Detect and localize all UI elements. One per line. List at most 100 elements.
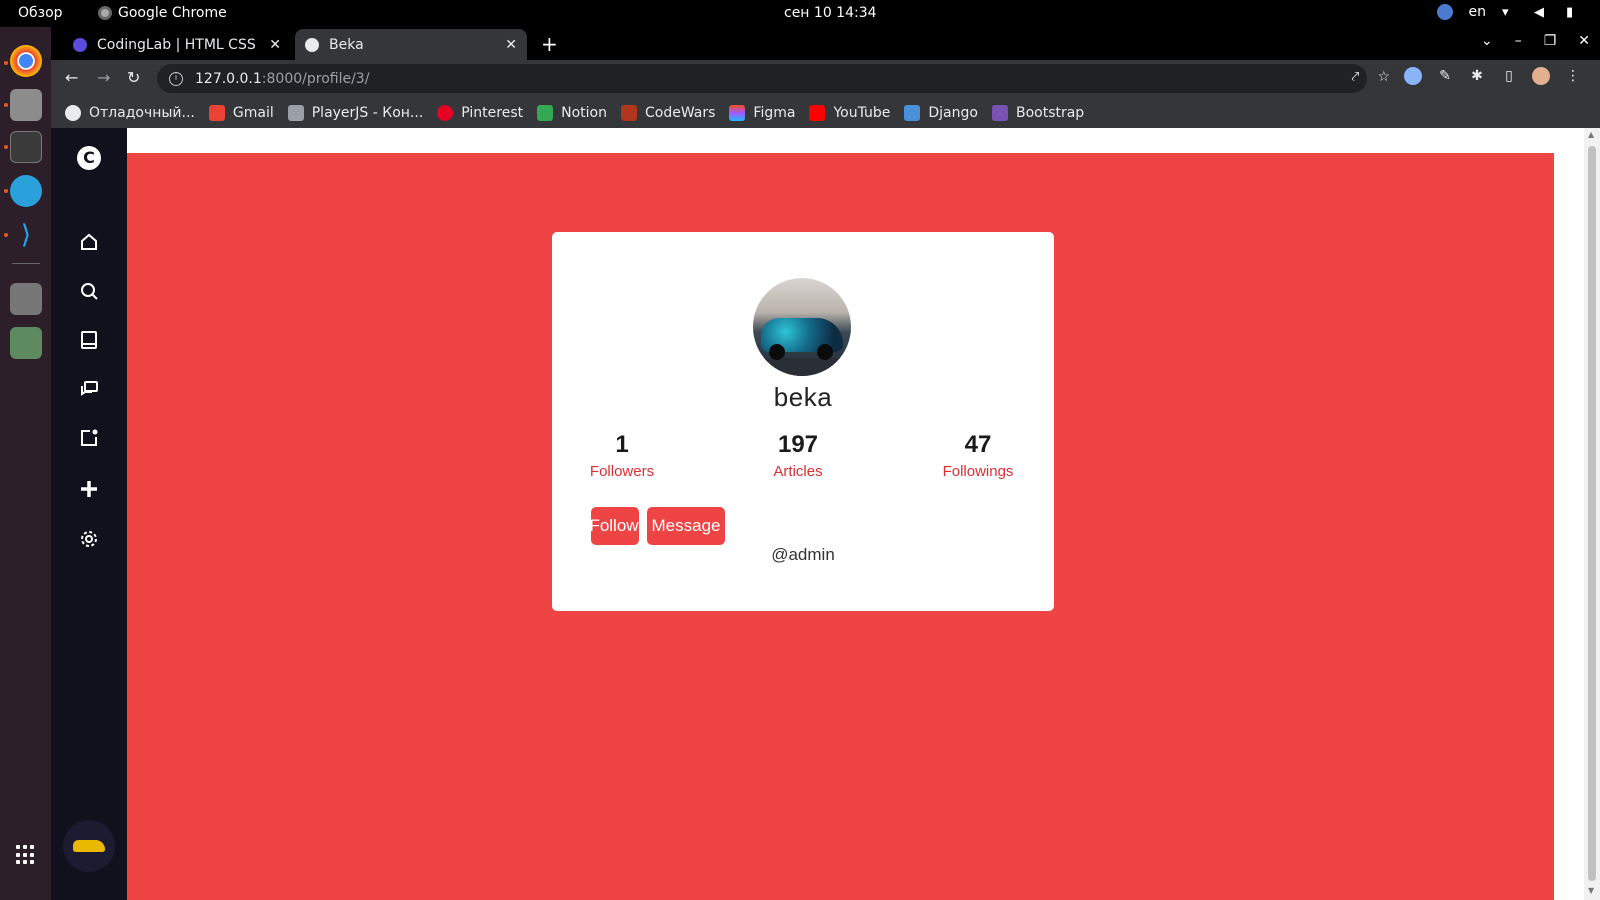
django-icon <box>904 104 921 121</box>
close-window-icon[interactable]: ✕ <box>1578 33 1590 49</box>
files-dock-icon[interactable] <box>10 89 42 121</box>
globe-favicon <box>305 37 319 52</box>
menu-kebab-icon[interactable]: ⋮ <box>1564 67 1582 85</box>
extension-icon[interactable] <box>1404 67 1422 85</box>
dock: ⟩ <box>0 27 51 900</box>
search-icon[interactable] <box>79 281 99 301</box>
bookmark-item[interactable]: Gmail <box>208 104 274 121</box>
bookmark-label: Pinterest <box>461 104 524 121</box>
dock-separator <box>12 263 40 264</box>
browser-toolbar: ← → ↻ i 127.0.0.1:8000/profile/3/ ⤤ ☆ ✎ … <box>51 60 1600 97</box>
trash-dock-icon[interactable] <box>10 327 42 359</box>
user-avatar[interactable] <box>63 820 115 872</box>
stat-followers[interactable]: 1 Followers <box>562 431 682 480</box>
stat-value: 197 <box>777 431 819 458</box>
follow-button[interactable]: Follow <box>591 507 639 545</box>
activities-button[interactable]: Обзор <box>18 5 63 21</box>
app-menu[interactable]: Google Chrome <box>98 5 227 21</box>
restore-icon[interactable]: ❐ <box>1544 33 1557 49</box>
bookmark-item[interactable]: Отладочный... <box>65 104 195 121</box>
close-tab-icon[interactable]: ✕ <box>505 37 517 53</box>
wifi-icon: ▾ <box>1502 5 1509 20</box>
vscode-dock-icon[interactable]: ⟩ <box>10 219 42 251</box>
page-scrollbar[interactable]: ▲ ▼ <box>1584 128 1600 900</box>
bookmark-label: Gmail <box>232 104 274 121</box>
profile-avatar[interactable] <box>1532 67 1550 85</box>
omnibox-actions: ⤤ ☆ <box>1352 69 1390 85</box>
bookmark-item[interactable]: Notion <box>537 104 607 121</box>
side-panel-icon[interactable]: ▯ <box>1500 67 1518 85</box>
bootstrap-icon <box>991 104 1008 121</box>
os-top-bar: Обзор Google Chrome сен 10 14:34 en ▾ ◀ … <box>0 0 1600 27</box>
puzzle-icon[interactable]: ✱ <box>1468 67 1486 85</box>
site-info-icon[interactable]: i <box>169 71 183 86</box>
bookmark-item[interactable]: Figma <box>729 104 796 121</box>
running-indicator <box>4 145 8 149</box>
bookmark-item[interactable]: Django <box>904 104 978 121</box>
brand-logo[interactable]: C <box>77 146 101 170</box>
scroll-up-arrow[interactable]: ▲ <box>1588 130 1594 139</box>
edit-icon[interactable] <box>79 428 99 448</box>
scroll-down-arrow[interactable]: ▼ <box>1588 886 1594 895</box>
bookmark-label: Figma <box>753 104 796 121</box>
tablet-icon[interactable] <box>79 330 99 350</box>
reload-icon[interactable]: ↻ <box>127 68 140 87</box>
tab-strip: CodingLab | HTML CSS JavaScript ✕ Beka ✕… <box>51 27 1600 60</box>
plus-icon[interactable] <box>79 479 99 499</box>
bookmark-star-icon[interactable]: ☆ <box>1377 69 1390 85</box>
chrome-dock-icon[interactable] <box>10 45 42 77</box>
running-indicator <box>4 233 8 237</box>
top-strip <box>127 128 1554 153</box>
stat-label: Followings <box>942 463 1014 480</box>
stat-label: Followers <box>589 463 655 480</box>
youtube-icon <box>809 104 826 121</box>
bookmark-label: YouTube <box>833 104 891 121</box>
app-name: Google Chrome <box>118 5 227 21</box>
bookmark-item[interactable]: Pinterest <box>437 104 524 121</box>
globe-icon <box>1436 4 1453 20</box>
share-icon[interactable]: ⤤ <box>1352 69 1360 85</box>
tab-codinglab[interactable]: CodingLab | HTML CSS JavaScript ✕ <box>63 29 291 60</box>
forward-icon[interactable]: → <box>97 68 110 87</box>
stat-articles[interactable]: 197 Articles <box>738 431 858 480</box>
address-bar[interactable]: i 127.0.0.1:8000/profile/3/ <box>157 64 1367 93</box>
message-button[interactable]: Message <box>647 507 725 545</box>
back-icon[interactable]: ← <box>65 68 78 87</box>
terminal-dock-icon[interactable] <box>10 131 42 163</box>
running-indicator <box>4 103 8 107</box>
system-tray[interactable]: en ▾ ◀ ▮ <box>1436 4 1583 20</box>
page-viewport: C beka 1 Followers 197 Articles 47 Follo… <box>51 128 1600 900</box>
bookmark-label: CodeWars <box>645 104 716 121</box>
telegram-dock-icon[interactable] <box>10 175 42 207</box>
home-icon[interactable] <box>79 232 99 252</box>
bookmark-label: PlayerJS - Кон... <box>311 104 424 121</box>
profile-card: beka 1 Followers 197 Articles 47 Followi… <box>552 232 1054 611</box>
bookmarks-bar: Отладочный... Gmail PlayerJS - Кон... Pi… <box>51 97 1600 128</box>
language-indicator[interactable]: en <box>1469 4 1487 20</box>
stat-followings[interactable]: 47 Followings <box>918 431 1038 480</box>
show-apps-icon[interactable] <box>16 845 36 865</box>
bookmark-item[interactable]: CodeWars <box>621 104 716 121</box>
bookmark-item[interactable]: Bootstrap <box>991 104 1084 121</box>
gmail-icon <box>208 104 225 121</box>
tab-beka[interactable]: Beka ✕ <box>295 29 527 60</box>
sidebar: C <box>51 128 127 900</box>
bookmark-item[interactable]: PlayerJS - Кон... <box>287 104 424 121</box>
window-controls: ⌄ – ❐ ✕ <box>1481 33 1590 49</box>
close-tab-icon[interactable]: ✕ <box>269 37 281 53</box>
stat-value: 1 <box>615 431 629 458</box>
clock[interactable]: сен 10 14:34 <box>784 5 877 21</box>
globe-icon <box>65 104 81 121</box>
bookmark-item[interactable]: YouTube <box>809 104 891 121</box>
chat-icon[interactable] <box>79 379 99 399</box>
usb-drive-dock-icon[interactable] <box>10 283 42 315</box>
new-tab-button[interactable]: + <box>541 32 558 56</box>
minimize-icon[interactable]: – <box>1515 33 1522 49</box>
stat-label: Articles <box>773 463 823 480</box>
gear-icon[interactable] <box>79 529 99 549</box>
scrollbar-thumb[interactable] <box>1588 146 1596 881</box>
chrome-icon <box>98 6 112 20</box>
tab-search-icon[interactable]: ⌄ <box>1481 33 1493 49</box>
pen-extension-icon[interactable]: ✎ <box>1436 67 1454 85</box>
figma-icon <box>729 104 746 121</box>
